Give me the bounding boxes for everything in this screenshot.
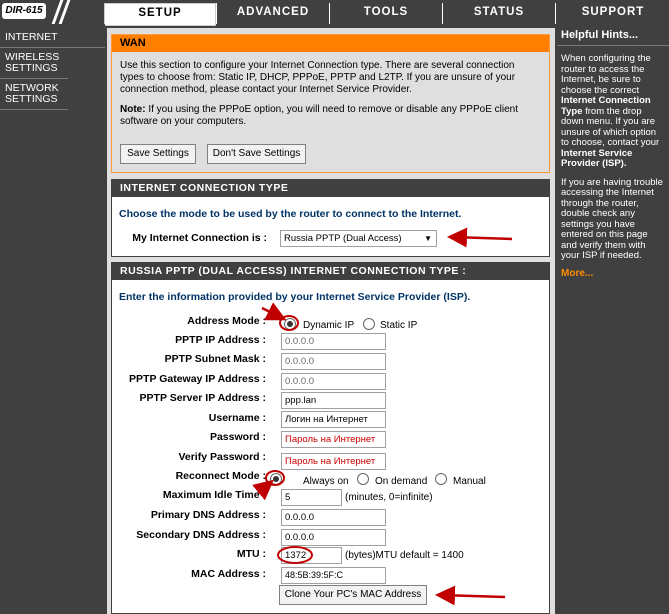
annotation-overlay <box>252 227 513 606</box>
circle-mtu <box>277 546 313 564</box>
circle-dynamic-ip <box>279 315 299 331</box>
arrow-connection-type <box>447 227 513 248</box>
arrow-dynamic-ip <box>261 302 287 321</box>
arrow-always-on <box>252 479 274 501</box>
arrow-clone-mac <box>435 585 506 606</box>
